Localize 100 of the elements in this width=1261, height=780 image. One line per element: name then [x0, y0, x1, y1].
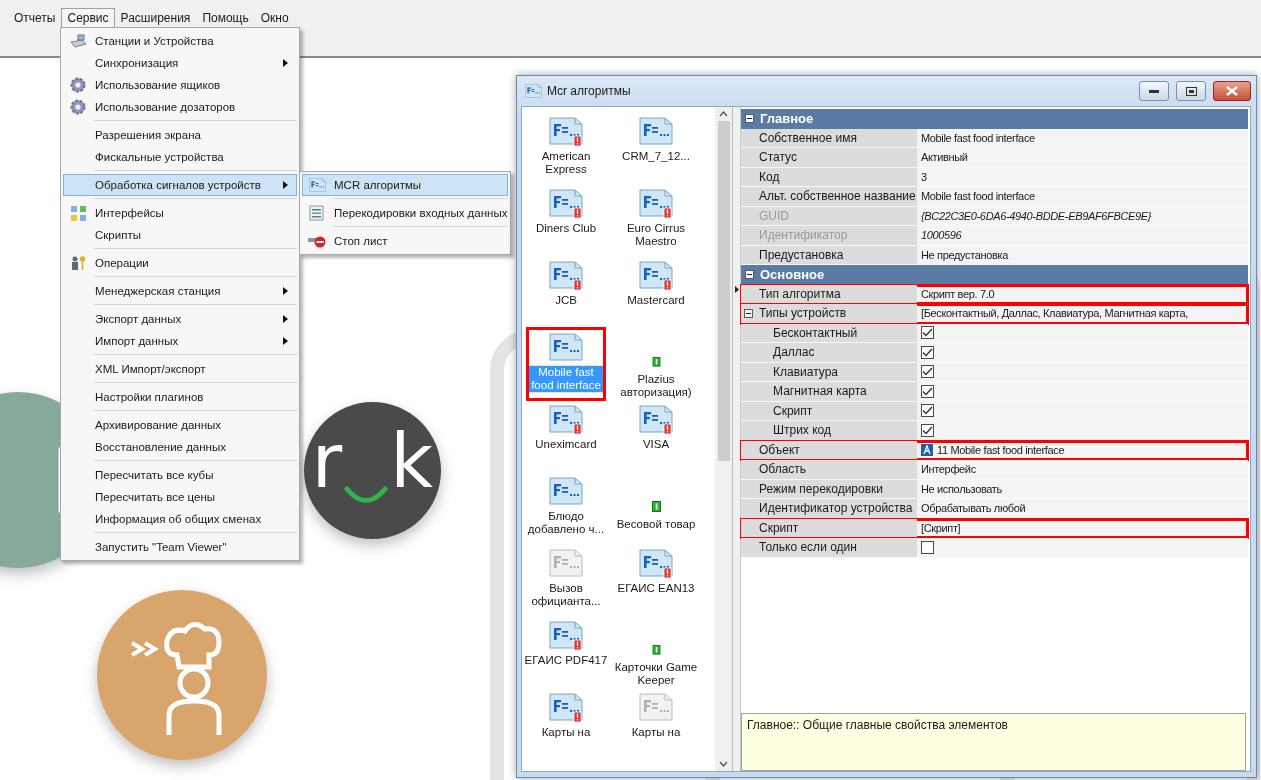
splitter-arrow-icon[interactable]: [734, 285, 739, 293]
scrollbar-thumb[interactable]: [717, 121, 730, 461]
checkbox[interactable]: [921, 384, 934, 398]
item-label: ЕГАИС PDF417: [523, 654, 609, 668]
checkbox[interactable]: [921, 540, 934, 554]
item-label: Карты на: [630, 726, 682, 740]
menu-item[interactable]: MCR алгоритмы: [302, 174, 508, 196]
greyed-document-icon: [639, 693, 673, 723]
property-label: Бесконтактный: [773, 325, 858, 340]
algorithm-item[interactable]: Mastercard: [618, 257, 694, 327]
category-header[interactable]: Главное: [741, 109, 1248, 129]
menu-item[interactable]: Пересчитать все кубы: [63, 464, 297, 486]
menu-item[interactable]: Обработка сигналов устройств: [63, 174, 297, 196]
property-label: Идентификатор устройства: [759, 501, 913, 516]
algorithm-item[interactable]: JCB: [528, 257, 604, 327]
collapse-icon[interactable]: [745, 270, 754, 280]
maximize-icon[interactable]: [1185, 86, 1197, 96]
algorithm-item[interactable]: ЕГАИС EAN13: [618, 545, 694, 615]
menubar-item[interactable]: Окно: [254, 8, 295, 29]
checkbox[interactable]: [921, 326, 934, 340]
menu-item[interactable]: Запустить "Team Viewer": [63, 536, 297, 558]
cash-register-icon: [69, 33, 87, 49]
algorithm-item[interactable]: American Express: [528, 113, 604, 183]
algorithm-item[interactable]: Карты на: [528, 689, 604, 759]
menu-item[interactable]: Импорт данных: [63, 330, 297, 352]
algorithm-item[interactable]: Вызов официанта...: [528, 545, 604, 615]
item-label: Euro Cirrus Maestro: [625, 222, 687, 249]
algorithm-item[interactable]: Весовой товар: [618, 473, 694, 543]
formula-document-icon: [639, 117, 673, 147]
formula-document-icon: [549, 405, 583, 435]
submenu-arrow-icon: [283, 337, 288, 345]
menubar-item[interactable]: Отчеты: [8, 8, 62, 29]
item-label: Весовой товар: [615, 518, 697, 532]
menu-item[interactable]: Перекодировки входных данных: [302, 202, 508, 224]
algorithm-item[interactable]: Euro Cirrus Maestro: [618, 185, 694, 255]
description-text: Главное:: Общие главные свойства элементов: [747, 718, 1008, 732]
menubar-item[interactable]: Сервис: [61, 8, 115, 29]
close-button[interactable]: [1213, 81, 1251, 101]
window-title: Mcr алгоритмы: [547, 84, 632, 98]
menu-item[interactable]: Пересчитать все цены: [63, 486, 297, 508]
category-header[interactable]: Основное: [741, 265, 1248, 285]
property-label: Типы устройств: [759, 306, 847, 321]
menubar-item[interactable]: Расширения: [114, 8, 197, 29]
property-value: {BC22C3E0-6DA6-4940-BDDE-EB9AF6FBCE9E}: [921, 209, 1152, 222]
algorithm-item[interactable]: CRM_7_12...: [618, 113, 694, 183]
counter-badge-icon: [651, 645, 661, 655]
logo-letter: k: [390, 423, 434, 498]
menu-item[interactable]: Фискальные устройства: [63, 146, 297, 168]
item-label: JCB: [554, 294, 578, 308]
menu-item[interactable]: XML Импорт/экспорт: [63, 358, 297, 380]
logo-letter: r: [311, 423, 343, 498]
menu-item[interactable]: Настройки плагинов: [63, 386, 297, 408]
property-value: Интерфейс: [921, 463, 976, 476]
menu-item[interactable]: Использование дозаторов: [63, 96, 297, 118]
menu-item[interactable]: Информация об общих сменах: [63, 508, 297, 530]
object-type-icon: [921, 443, 933, 456]
formula-document-icon: [639, 549, 673, 579]
formula-document-icon: [549, 333, 583, 363]
item-label: ЕГАИС EAN13: [616, 582, 696, 596]
item-label: Mastercard: [626, 294, 686, 308]
scrollbar[interactable]: [715, 107, 732, 771]
maximize-button[interactable]: [1176, 81, 1206, 101]
collapse-icon[interactable]: [744, 309, 753, 318]
property-label: Режим перекодировки: [759, 481, 884, 496]
property-value: Mobile fast food interface: [921, 190, 1035, 203]
item-label: VISA: [641, 438, 671, 452]
formula-document-icon: [549, 117, 583, 147]
menu-item[interactable]: Восстановление данных: [63, 436, 297, 458]
algorithm-item[interactable]: Diners Club: [528, 185, 604, 255]
property-label: Объект: [759, 442, 800, 457]
algorithm-item[interactable]: Блюдо добавлено ч...: [528, 473, 604, 543]
property-label: Клавиатура: [773, 364, 838, 379]
item-label: Карточки Game Keeper: [613, 660, 699, 687]
minimize-button[interactable]: [1139, 81, 1169, 101]
collapse-icon[interactable]: [745, 114, 754, 124]
algorithm-item[interactable]: Uneximcard: [528, 401, 604, 471]
checkbox[interactable]: [921, 423, 934, 437]
checkbox[interactable]: [921, 345, 934, 359]
menu-item[interactable]: Скрипты: [63, 224, 297, 246]
menu-item[interactable]: Менеджерская станция: [63, 280, 297, 302]
checkbox[interactable]: [921, 365, 934, 379]
minimize-icon[interactable]: [1149, 89, 1159, 93]
menu-item[interactable]: Разрешения экрана: [63, 124, 297, 146]
menu-item[interactable]: Станции и Устройства: [63, 30, 297, 52]
menu-item[interactable]: Стоп лист: [302, 230, 508, 252]
algorithm-item[interactable]: Карты на: [618, 689, 694, 759]
item-label: Mobile fast food interface: [528, 366, 604, 393]
item-label: CRM_7_12...: [621, 150, 691, 164]
algorithm-item[interactable]: VISA: [618, 401, 694, 471]
property-label: Собственное имя: [759, 130, 857, 145]
menu-item[interactable]: Синхронизация: [63, 52, 297, 74]
algorithm-item[interactable]: Plazius авторизация): [618, 329, 694, 399]
menu-item[interactable]: Использование ящиков: [63, 74, 297, 96]
menu-item[interactable]: Интерфейсы: [63, 202, 297, 224]
menu-item[interactable]: Операции: [63, 252, 297, 274]
checkbox[interactable]: [921, 404, 934, 418]
menubar-item[interactable]: Помощь: [196, 8, 255, 29]
menu-item[interactable]: Экспорт данных: [63, 308, 297, 330]
close-icon[interactable]: [1226, 86, 1238, 96]
menu-item[interactable]: Архивирование данных: [63, 414, 297, 436]
